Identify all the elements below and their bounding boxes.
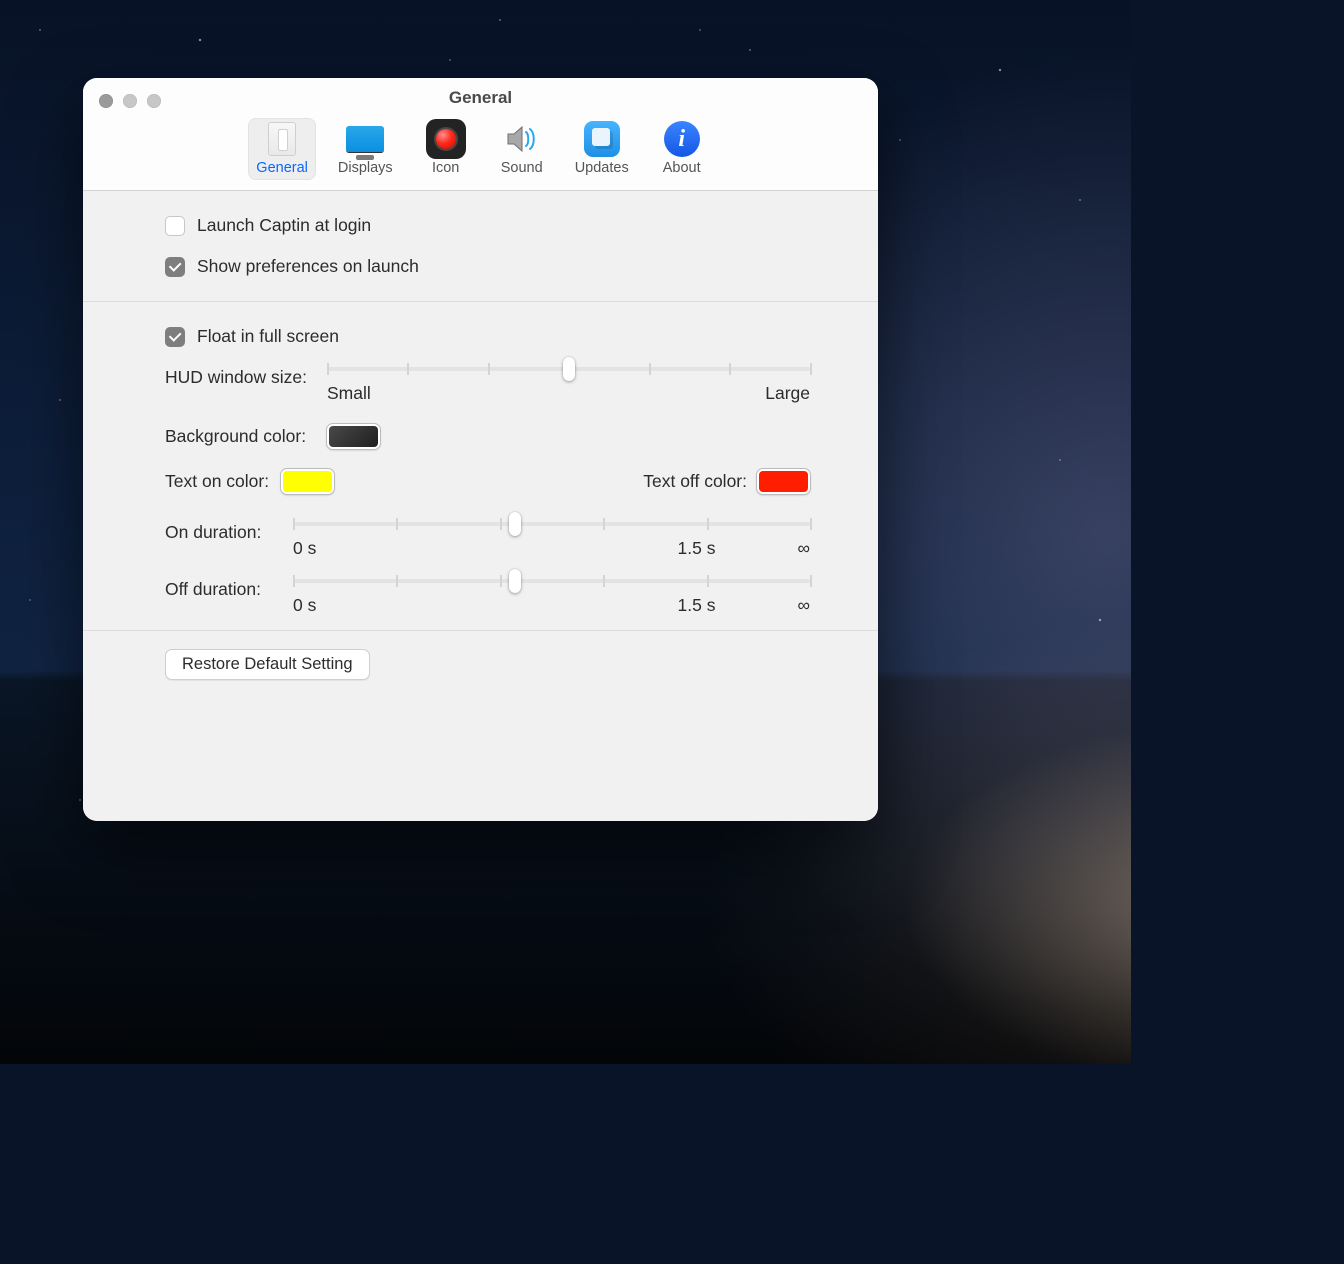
text-on-color-label: Text on color: [165,471,269,492]
checkbox-launch-at-login[interactable] [165,216,185,236]
off-duration-label: Off duration: [165,579,281,600]
hud-size-slider-wrap: Small Large [327,367,810,404]
off-duration-slider[interactable] [293,579,810,583]
tab-label: Displays [338,160,393,176]
tab-icon[interactable]: Icon [415,118,477,180]
titlebar: General General Displays Icon [83,78,878,191]
checkbox-show-prefs-on-launch[interactable] [165,257,185,277]
row-hud-size: HUD window size: [165,367,878,404]
tab-label: Sound [501,160,543,176]
checkbox-label: Show preferences on launch [197,256,419,277]
on-duration-slider-wrap: 0 s 1.5 s ∞ [293,522,810,559]
hud-size-slider[interactable] [327,367,810,371]
scale-mid: 1.5 s [678,538,716,559]
hud-size-min: Small [327,383,371,404]
scale-max: ∞ [798,538,810,559]
scale-mid: 1.5 s [678,595,716,616]
scale-min: 0 s [293,538,316,559]
checkbox-label: Float in full screen [197,326,339,347]
window-traffic-lights [99,94,161,108]
preferences-toolbar: General Displays Icon Sound [83,112,878,190]
preferences-window: General General Displays Icon [83,78,878,821]
window-close-button[interactable] [99,94,113,108]
row-show-prefs: Show preferences on launch [165,256,878,277]
tab-label: Updates [575,160,629,176]
on-duration-slider[interactable] [293,522,810,526]
on-duration-scale: 0 s 1.5 s ∞ [293,538,810,559]
background-color-well[interactable] [327,424,380,449]
tab-about[interactable]: i About [651,118,713,180]
background-color-label: Background color: [165,426,315,447]
content-area: Launch Captin at login Show preferences … [83,191,878,821]
hud-size-scale-labels: Small Large [327,383,810,404]
window-zoom-button[interactable] [147,94,161,108]
desktop-background: General General Displays Icon [0,0,1131,1064]
slider-knob[interactable] [509,569,521,593]
monitor-icon [345,122,385,156]
hud-size-max: Large [765,383,810,404]
window-minimize-button[interactable] [123,94,137,108]
checkbox-label: Launch Captin at login [197,215,371,236]
hud-size-label: HUD window size: [165,367,315,388]
row-text-colors: Text on color: Text off color: [165,469,878,494]
checkbox-float-fullscreen[interactable] [165,327,185,347]
row-on-duration: On duration: 0 s [165,522,878,559]
speaker-icon [502,122,542,156]
tab-sound[interactable]: Sound [491,118,553,180]
restore-defaults-button[interactable]: Restore Default Setting [165,649,370,680]
row-float-fullscreen: Float in full screen [165,326,878,347]
tab-label: About [663,160,701,176]
tab-general[interactable]: General [248,118,316,180]
text-off-color-label: Text off color: [643,471,747,492]
row-launch-at-login: Launch Captin at login [165,215,878,236]
tab-label: General [256,160,308,176]
scale-max: ∞ [798,595,810,616]
info-icon: i [662,122,702,156]
slider-knob[interactable] [563,357,575,381]
tab-updates[interactable]: Updates [567,118,637,180]
off-duration-slider-wrap: 0 s 1.5 s ∞ [293,579,810,616]
row-background-color: Background color: [165,424,878,449]
section-launch: Launch Captin at login Show preferences … [83,191,878,302]
row-off-duration: Off duration: 0 s [165,579,878,616]
text-off-color-well[interactable] [757,469,810,494]
section-hud: Float in full screen HUD window size: [83,302,878,630]
record-icon [426,122,466,156]
switch-icon [262,122,302,156]
tab-displays[interactable]: Displays [330,118,401,180]
download-icon [582,122,622,156]
tab-label: Icon [432,160,459,176]
text-off-color-group: Text off color: [643,469,810,494]
on-duration-label: On duration: [165,522,281,543]
slider-knob[interactable] [509,512,521,536]
scale-min: 0 s [293,595,316,616]
text-on-color-well[interactable] [281,469,334,494]
footer: Restore Default Setting [83,630,878,704]
window-title: General [83,84,878,112]
off-duration-scale: 0 s 1.5 s ∞ [293,595,810,616]
